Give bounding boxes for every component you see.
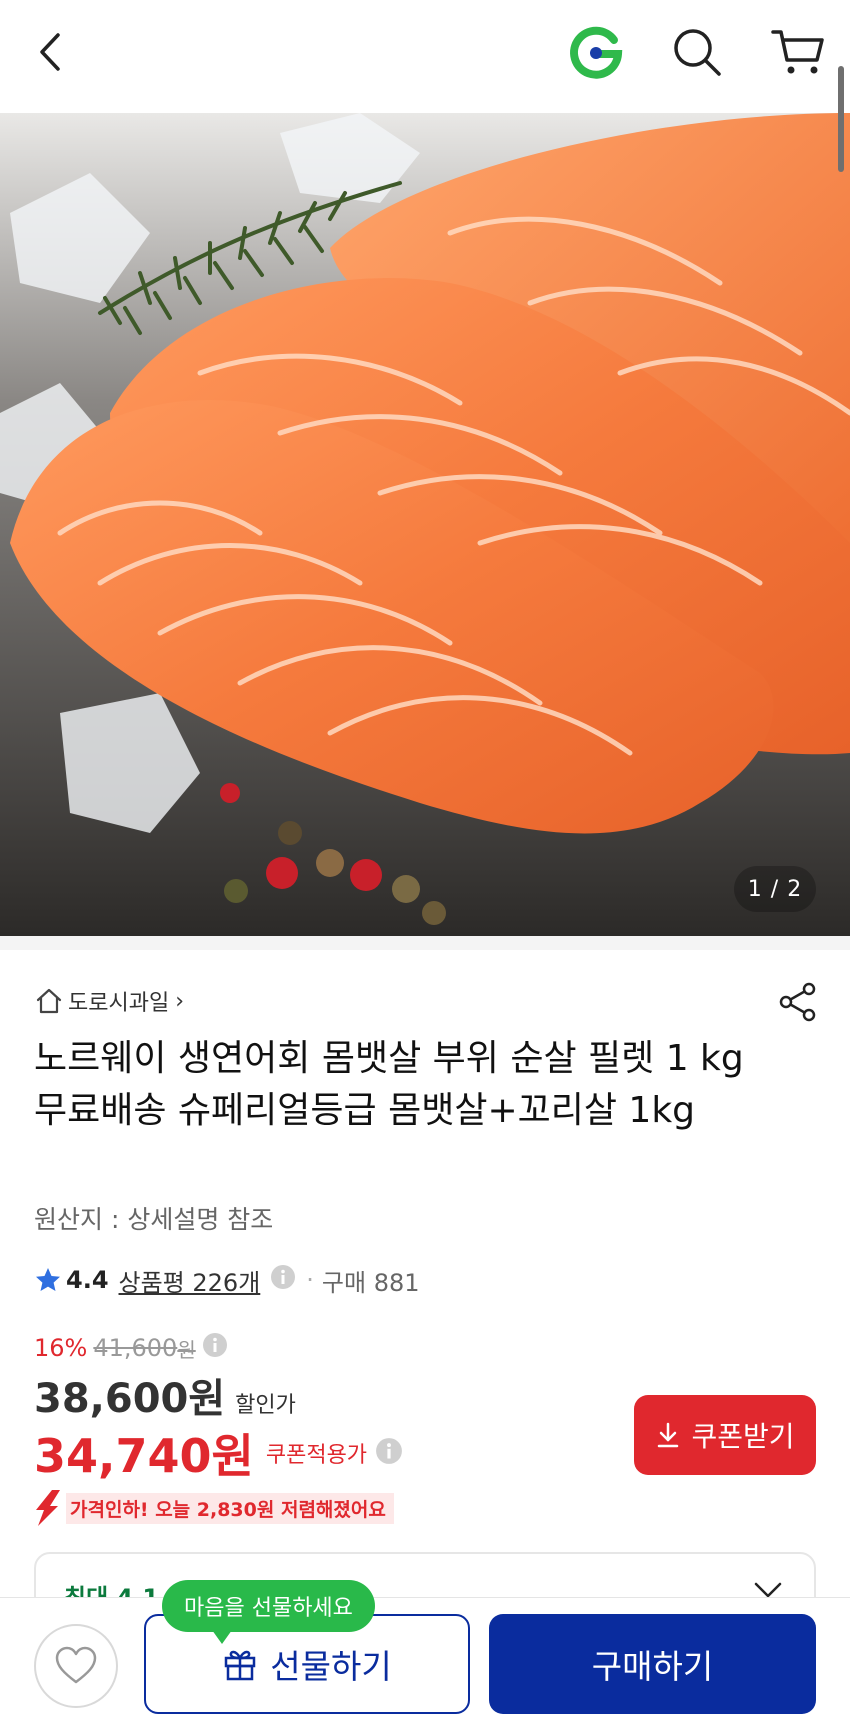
- review-count-link[interactable]: 상품평 226개: [119, 1263, 261, 1298]
- sale-price-label: 할인가: [235, 1393, 296, 1418]
- price-drop-banner: 가격인하! 오늘 2,830원 저렴해졌어요: [34, 1490, 394, 1526]
- gift-icon: [225, 1650, 256, 1681]
- original-price: 41,600: [93, 1334, 178, 1362]
- seller-name: 도로시과일: [68, 991, 170, 1016]
- gift-tooltip: 마음을 선물하세요: [162, 1580, 375, 1644]
- coupon-price: 34,740원: [34, 1429, 254, 1483]
- sale-price-row: 38,600원 할인가: [34, 1366, 296, 1424]
- gift-button-label: 선물하기: [270, 1647, 392, 1686]
- brand-home-button[interactable]: [566, 22, 626, 82]
- top-bar: [0, 0, 850, 113]
- buy-button-label: 구매하기: [591, 1647, 714, 1686]
- product-image[interactable]: [0, 113, 850, 936]
- salmon-photo: [0, 113, 850, 936]
- discount-row: 16% 41,600 원: [34, 1332, 228, 1364]
- scrollbar[interactable]: [838, 66, 844, 172]
- rating-row: 4.4 상품평 226개 · 구매 881: [34, 1262, 420, 1298]
- cart-icon: [771, 30, 824, 74]
- price-drop-text: 가격인하! 오늘 2,830원 저렴해졌어요: [66, 1492, 394, 1524]
- share-button[interactable]: [774, 978, 822, 1026]
- separator: ·: [306, 1266, 314, 1294]
- heart-icon: [55, 1646, 97, 1684]
- search-icon: [674, 29, 721, 76]
- share-icon: [779, 982, 816, 1022]
- image-page-counter: 1 / 2: [734, 866, 816, 912]
- seller-link[interactable]: 도로시과일 ›: [34, 983, 184, 1019]
- download-icon: [658, 1422, 679, 1448]
- rating-score: 4.4: [66, 1266, 109, 1294]
- divider: [0, 936, 850, 950]
- coupon-download-button[interactable]: 쿠폰받기: [634, 1395, 816, 1475]
- discount-percent: 16%: [34, 1334, 88, 1362]
- search-button[interactable]: [667, 22, 727, 82]
- product-title: 노르웨이 생연어회 몸뱃살 부위 순살 필렛 1 kg 무료배송 슈페리얼등급 …: [34, 1038, 744, 1131]
- info-icon[interactable]: [202, 1332, 228, 1364]
- product-origin: 원산지 : 상세설명 참조: [34, 1205, 274, 1234]
- wishlist-button[interactable]: [34, 1624, 118, 1708]
- back-button[interactable]: [20, 22, 80, 82]
- coupon-button-label: 쿠폰받기: [691, 1420, 795, 1453]
- price-drop-arrow-icon: [36, 1490, 60, 1526]
- coupon-price-label: 쿠폰적용가: [265, 1443, 368, 1468]
- chevron-left-icon: [40, 33, 60, 71]
- cart-button[interactable]: [768, 22, 828, 82]
- home-icon: [36, 988, 62, 1014]
- info-icon[interactable]: [375, 1437, 403, 1469]
- gmarket-g-logo: [570, 26, 623, 79]
- coupon-price-row: 34,740원 쿠폰적용가: [34, 1420, 403, 1486]
- buy-button[interactable]: 구매하기: [489, 1614, 816, 1714]
- star-icon: [36, 1268, 60, 1291]
- purchase-count: 구매 881: [321, 1268, 420, 1297]
- sale-price: 38,600원: [34, 1376, 226, 1422]
- info-icon[interactable]: [270, 1264, 296, 1296]
- original-price-unit: 원: [177, 1337, 196, 1362]
- chevron-right-icon: ›: [175, 988, 185, 1014]
